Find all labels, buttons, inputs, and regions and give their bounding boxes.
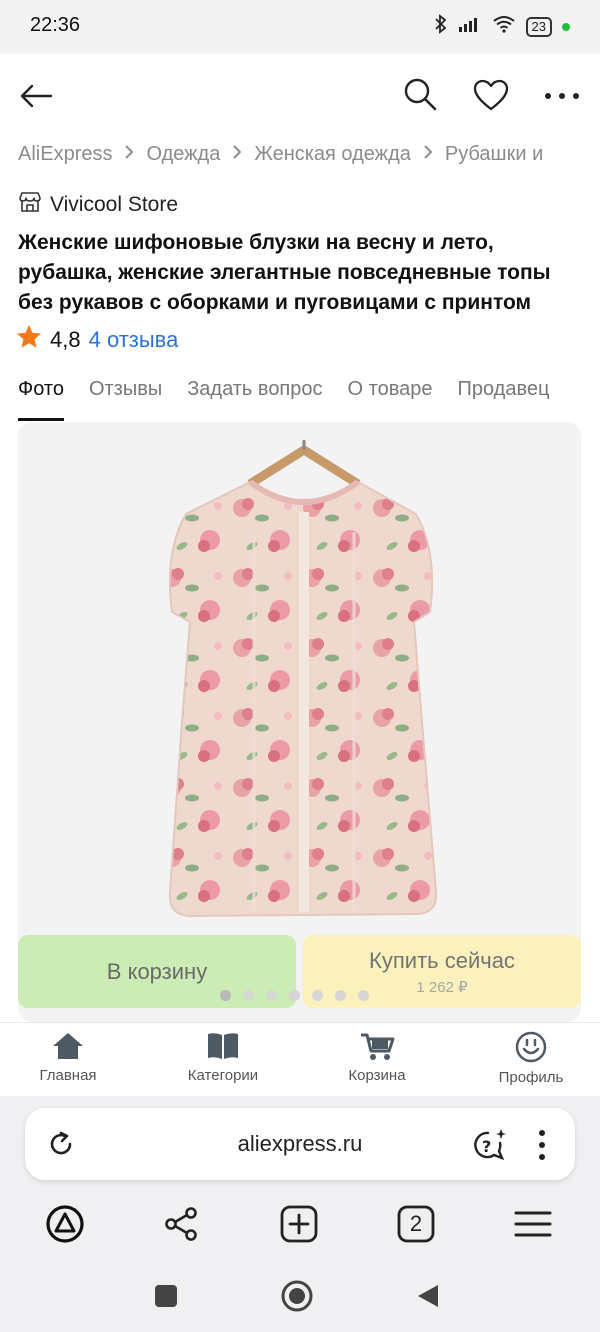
breadcrumb: AliExpress Одежда Женская одежда Рубашки…: [18, 140, 598, 168]
chevron-right-icon: [232, 143, 242, 166]
top-navigation: [0, 54, 600, 138]
back-arrow-icon[interactable]: [16, 76, 56, 116]
tab-reviews[interactable]: Отзывы: [89, 378, 162, 422]
breadcrumb-item-aliexpress[interactable]: AliExpress: [18, 143, 112, 166]
nav-item-profile[interactable]: Профиль: [466, 1031, 596, 1086]
status-time: 22:36: [30, 14, 81, 36]
reviews-link[interactable]: 4 отзыва: [89, 327, 179, 353]
wifi-icon: [492, 15, 516, 38]
nav-item-categories[interactable]: Категории: [158, 1031, 288, 1084]
tab-photo[interactable]: Фото: [18, 378, 64, 422]
status-icons: 23: [434, 14, 570, 39]
store-name[interactable]: Vivicool Store: [50, 193, 178, 217]
svg-text:?: ?: [482, 1137, 491, 1156]
carousel-dot[interactable]: [289, 990, 300, 1001]
back-triangle-icon[interactable]: [408, 1276, 448, 1316]
buy-now-price: 1 262 ₽: [416, 978, 468, 996]
signal-icon: [458, 15, 482, 38]
favorite-heart-icon[interactable]: [470, 74, 512, 116]
product-photo-blouse: [168, 440, 438, 918]
recents-square-icon[interactable]: [146, 1276, 186, 1316]
search-icon[interactable]: [400, 74, 440, 114]
tabs-count: 2: [409, 1211, 423, 1236]
nav-item-cart[interactable]: Корзина: [312, 1031, 442, 1084]
store-icon: [18, 191, 42, 219]
nav-label-categories: Категории: [187, 1067, 259, 1084]
nav-label-profile: Профиль: [498, 1069, 564, 1086]
chevron-right-icon: [124, 143, 134, 166]
tab-about-product[interactable]: О товаре: [348, 378, 433, 422]
nav-label-cart: Корзина: [348, 1067, 406, 1084]
carousel-dot[interactable]: [243, 990, 254, 1001]
product-image-gallery[interactable]: [18, 422, 581, 1022]
star-icon: [16, 324, 42, 355]
share-icon[interactable]: [157, 1200, 205, 1248]
breadcrumb-item-shirts[interactable]: Рубашки и: [445, 143, 543, 166]
home-circle-icon[interactable]: [277, 1276, 317, 1316]
breadcrumb-item-clothing[interactable]: Одежда: [146, 143, 220, 166]
bottom-navigation: Главная Категории Корзина Профиль: [0, 1022, 600, 1097]
carousel-dot[interactable]: [266, 990, 277, 1001]
breadcrumb-item-womens-clothing[interactable]: Женская одежда: [254, 143, 411, 166]
buy-now-label: Купить сейчас: [369, 947, 515, 973]
carousel-dots: [220, 990, 369, 1001]
tab-seller[interactable]: Продавец: [457, 378, 549, 422]
new-tab-plus-icon[interactable]: [275, 1200, 323, 1248]
carousel-dot[interactable]: [220, 990, 231, 1001]
alice-assistant-icon[interactable]: [41, 1200, 89, 1248]
privacy-indicator-dot: [562, 22, 570, 31]
address-bar[interactable]: aliexpress.ru ?: [25, 1108, 575, 1180]
product-tabs: Фото Отзывы Задать вопрос О товаре Прода…: [18, 378, 600, 422]
nav-item-home[interactable]: Главная: [3, 1031, 133, 1084]
hamburger-menu-icon[interactable]: [509, 1200, 557, 1248]
battery-indicator: 23: [525, 16, 552, 37]
nav-label-home: Главная: [39, 1067, 97, 1084]
rating-value: 4,8: [50, 326, 81, 352]
browser-menu-icon[interactable]: [532, 1128, 552, 1162]
bluetooth-icon: [434, 14, 448, 39]
home-icon: [53, 1033, 83, 1059]
chevron-right-icon: [423, 143, 433, 166]
assistant-chat-icon[interactable]: ?: [472, 1127, 508, 1163]
tabs-counter-button[interactable]: 2: [392, 1200, 440, 1248]
smiley-profile-icon: [515, 1031, 547, 1063]
more-options-icon[interactable]: [540, 76, 584, 116]
book-icon: [208, 1033, 238, 1059]
tab-ask-question[interactable]: Задать вопрос: [187, 378, 322, 422]
rating-row: 4,8 4 отзыва: [16, 324, 178, 355]
cart-icon: [361, 1033, 395, 1060]
carousel-dot[interactable]: [335, 990, 346, 1001]
carousel-dot[interactable]: [358, 990, 369, 1001]
store-link[interactable]: Vivicool Store: [18, 191, 178, 219]
carousel-dot[interactable]: [312, 990, 323, 1001]
product-title: Женские шифоновые блузки на весну и лето…: [18, 231, 551, 314]
